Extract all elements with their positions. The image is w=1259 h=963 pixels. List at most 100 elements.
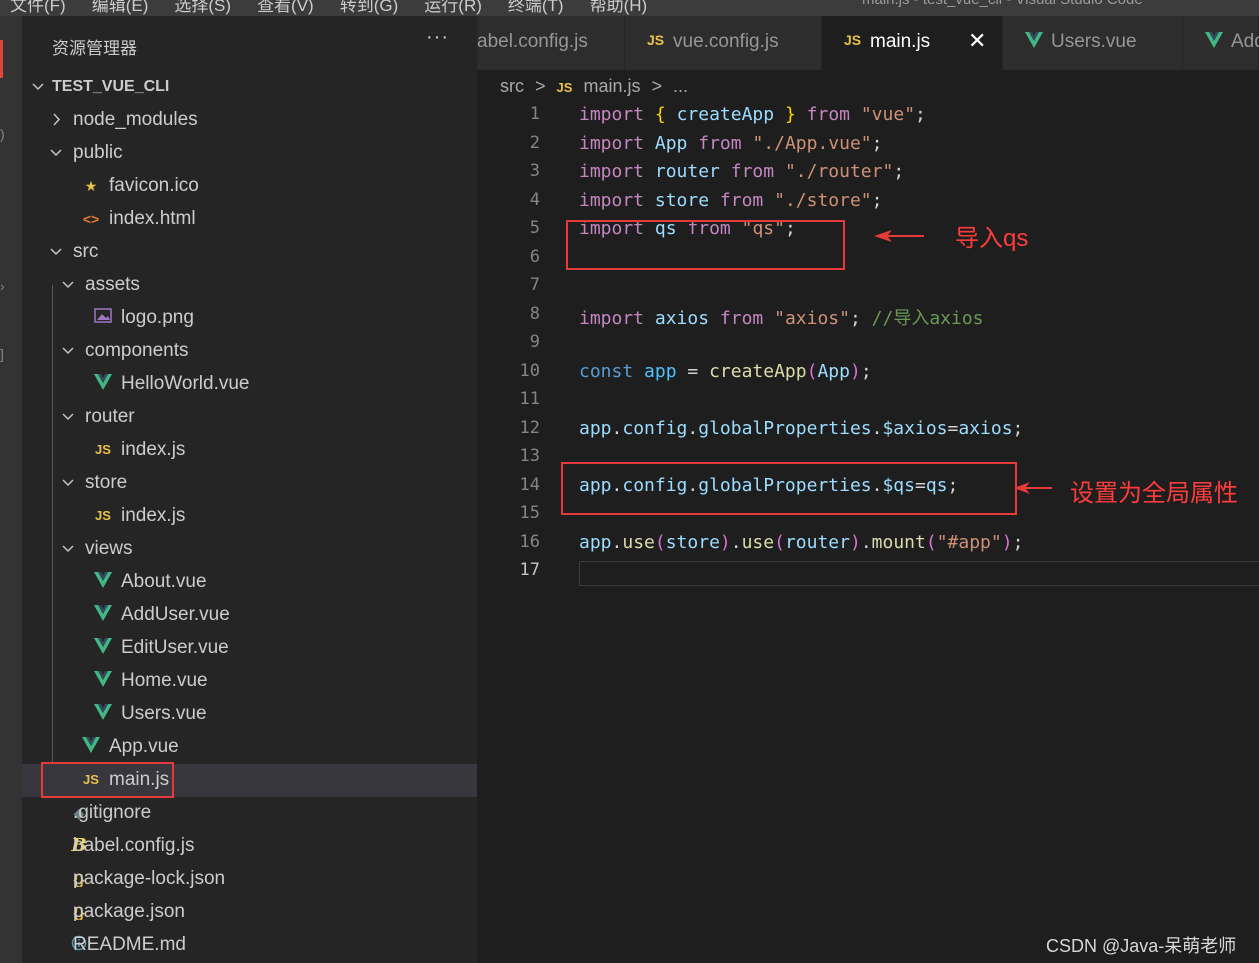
window-title: main.js - test_vue_cli - Visual Studio C… (862, 0, 1143, 8)
code-token: mount (871, 531, 926, 553)
tree-file[interactable]: App.vue (22, 731, 477, 764)
line-number: 1 (529, 104, 540, 124)
code-token: ; (871, 189, 883, 211)
tab-label: abel.config.js (477, 31, 588, 52)
code-token: ) (1001, 531, 1013, 553)
tree-item-label: views (85, 538, 133, 559)
vue-file-icon (94, 671, 112, 691)
tree-item-label: package-lock.json (73, 868, 226, 889)
code-token: store (665, 531, 720, 553)
tree-file[interactable]: {} package-lock.json (22, 863, 477, 896)
tree-file[interactable]: EditUser.vue (22, 632, 477, 665)
menu-item[interactable]: 终端(T) (508, 0, 564, 16)
tree-file[interactable]: <> index.html (22, 203, 477, 236)
tree-file[interactable]: Bbabel.config.js (22, 830, 477, 863)
code-token: = (676, 360, 710, 382)
extensions-icon[interactable]: ] (0, 346, 8, 362)
menu-item[interactable]: 运行(R) (424, 0, 482, 16)
menu-item[interactable]: 帮助(H) (590, 0, 648, 16)
code-token: ; (893, 161, 905, 182)
tab-main-js[interactable]: JS main.js ✕ (822, 16, 1003, 70)
code-token: import (579, 132, 645, 154)
code-token: "vue" (860, 104, 916, 125)
tab-users-vue[interactable]: Users.vue (1003, 16, 1183, 70)
tree-file[interactable]: JS index.js (22, 500, 477, 533)
tree-file[interactable]: README.md (22, 929, 477, 962)
menu-item[interactable]: 编辑(E) (92, 0, 149, 16)
menu-item[interactable]: 文件(F) (10, 0, 66, 16)
breadcrumb-folder[interactable]: src (500, 76, 524, 97)
annotation-arrow-icon (874, 230, 924, 242)
tree-file[interactable]: About.vue (22, 566, 477, 599)
tab-add[interactable]: Add (1183, 16, 1259, 70)
line-number: 15 (519, 503, 540, 523)
tab-abel-config-js[interactable]: abel.config.js (477, 16, 625, 70)
code-token: import (579, 161, 645, 182)
tree-folder[interactable]: components (22, 335, 477, 368)
menu-item[interactable]: 转到(G) (340, 0, 399, 16)
breadcrumb-symbols[interactable]: ... (673, 76, 688, 97)
debug-icon[interactable]: › (0, 278, 8, 294)
code-token: ) (719, 531, 731, 553)
tree-item-label: HelloWorld.vue (121, 373, 250, 394)
breadcrumb-file[interactable]: main.js (583, 76, 640, 97)
js-file-icon: JS (95, 442, 111, 457)
tree-file[interactable]: ◆ .gitignore (22, 797, 477, 830)
code-token: ( (806, 360, 818, 382)
tree-item-label: package.json (73, 901, 185, 922)
tree-file[interactable]: {} package.json (22, 896, 477, 929)
tree-file[interactable]: ★ favicon.ico (22, 170, 477, 203)
tree-folder[interactable]: node_modules (22, 104, 477, 137)
line-number: 16 (519, 531, 540, 552)
tree-file[interactable]: JS index.js (22, 434, 477, 467)
tab-label: Users.vue (1051, 31, 1137, 52)
tree-file[interactable]: HelloWorld.vue (22, 368, 477, 401)
explorer-title: 资源管理器 (52, 39, 137, 58)
tree-folder[interactable]: src (22, 236, 477, 269)
menu-bar: 文件(F) 编辑(E) 选择(S) 查看(V) 转到(G) 运行(R) 终端(T) 帮助(H)… (0, 0, 1259, 16)
tab-label: vue.config.js (673, 31, 779, 52)
more-actions-icon[interactable]: ··· (426, 26, 449, 49)
close-icon[interactable]: ✕ (968, 28, 986, 54)
menu-items: 文件(F) 编辑(E) 选择(S) 查看(V) 转到(G) 运行(R) 终端(T) 帮助(H) (10, 0, 647, 16)
tree-file[interactable]: Home.vue (22, 665, 477, 698)
vue-file-icon (82, 737, 100, 757)
code-token: ) (849, 531, 861, 553)
tree-item-label: index.html (109, 208, 196, 229)
code-token: store (654, 189, 710, 211)
tree-folder[interactable]: router (22, 401, 477, 434)
code-token: app (579, 417, 612, 439)
code-token: //导入axios (871, 307, 984, 329)
tree-file[interactable]: Users.vue (22, 698, 477, 731)
code-token: = (947, 417, 959, 439)
line-number: 4 (529, 189, 540, 210)
tab-vue-config-js[interactable]: JS vue.config.js (625, 16, 822, 70)
js-file-icon: JS (556, 80, 573, 95)
tree-root-folder[interactable]: TEST_VUE_CLI (22, 71, 477, 104)
search-icon[interactable]: ) (0, 126, 8, 142)
code-token: axios (958, 417, 1013, 439)
tree-item-label: public (73, 142, 123, 163)
tree-folder[interactable]: public (22, 137, 477, 170)
code-token: . (860, 531, 872, 553)
code-line: import App from "./App.vue"; (579, 133, 883, 154)
tree-folder[interactable]: assets (22, 269, 477, 302)
tree-file[interactable]: AddUser.vue (22, 599, 477, 632)
vue-file-icon (1025, 32, 1043, 51)
favicon-star-icon: ★ (84, 178, 98, 194)
tree-folder[interactable]: store (22, 467, 477, 500)
tree-file[interactable]: logo.png (22, 302, 477, 335)
tree-item-label: EditUser.vue (121, 637, 229, 658)
code-token: use (622, 531, 655, 553)
tree-folder[interactable]: views (22, 533, 477, 566)
breadcrumb: src > JS main.js > ... (500, 76, 694, 97)
menu-item[interactable]: 选择(S) (174, 0, 231, 16)
menu-item[interactable]: 查看(V) (257, 0, 314, 16)
